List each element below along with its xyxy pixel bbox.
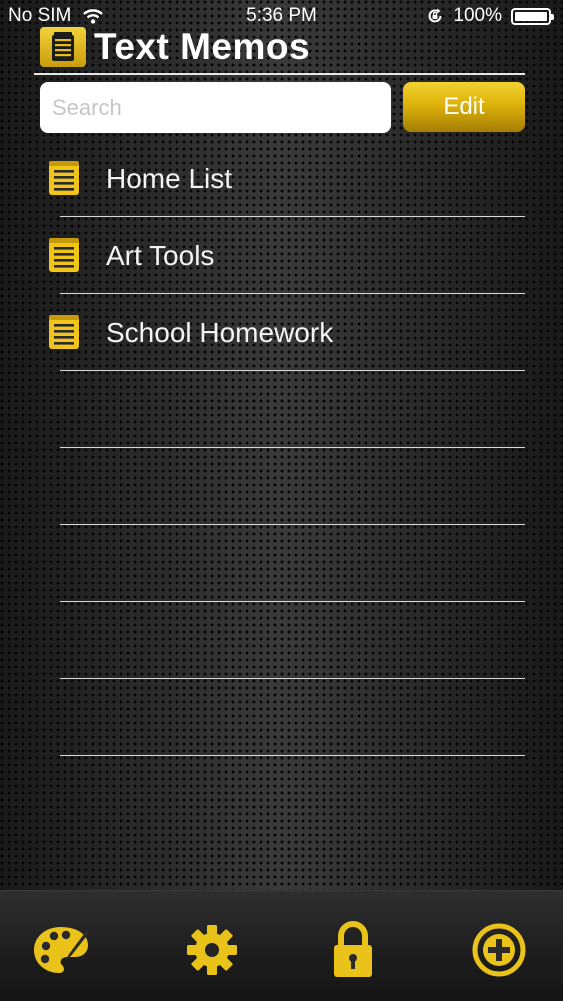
notepad-icon: [49, 315, 79, 349]
battery-percent: 100%: [453, 5, 502, 26]
memo-row[interactable]: Home List: [0, 140, 563, 217]
lock-tab[interactable]: [322, 919, 384, 981]
empty-memo-row: [0, 602, 563, 679]
palette-tab[interactable]: [30, 919, 92, 981]
page-title: Text Memos: [94, 26, 311, 67]
empty-memo-row: [0, 525, 563, 602]
settings-tab[interactable]: [181, 919, 243, 981]
empty-memo-row: [0, 448, 563, 525]
empty-memo-row: [0, 679, 563, 756]
notepad-icon: [49, 161, 79, 195]
memo-label: School Homework: [106, 317, 334, 348]
memo-row[interactable]: School Homework: [0, 294, 563, 371]
battery-icon: [511, 7, 554, 25]
tab-bar: [0, 890, 563, 1001]
search-input[interactable]: [40, 82, 391, 133]
add-memo-tab[interactable]: [468, 919, 530, 981]
lock-icon: [334, 921, 372, 977]
app-header: Text Memos: [40, 26, 310, 68]
row-divider: [60, 754, 525, 756]
plus-circle-icon: [472, 923, 526, 977]
empty-memo-row: [0, 371, 563, 448]
memo-row[interactable]: Art Tools: [0, 217, 563, 294]
gear-icon: [187, 925, 237, 975]
header-divider: [34, 73, 525, 75]
memo-label: Art Tools: [106, 240, 215, 271]
notepad-icon: [40, 27, 86, 67]
palette-icon: [34, 927, 89, 973]
memo-label: Home List: [106, 163, 233, 194]
edit-button[interactable]: Edit: [403, 82, 525, 132]
orientation-lock-icon: [428, 8, 442, 23]
notepad-icon: [49, 238, 79, 272]
memo-list: Home List Art Tools School Homework: [0, 140, 563, 756]
